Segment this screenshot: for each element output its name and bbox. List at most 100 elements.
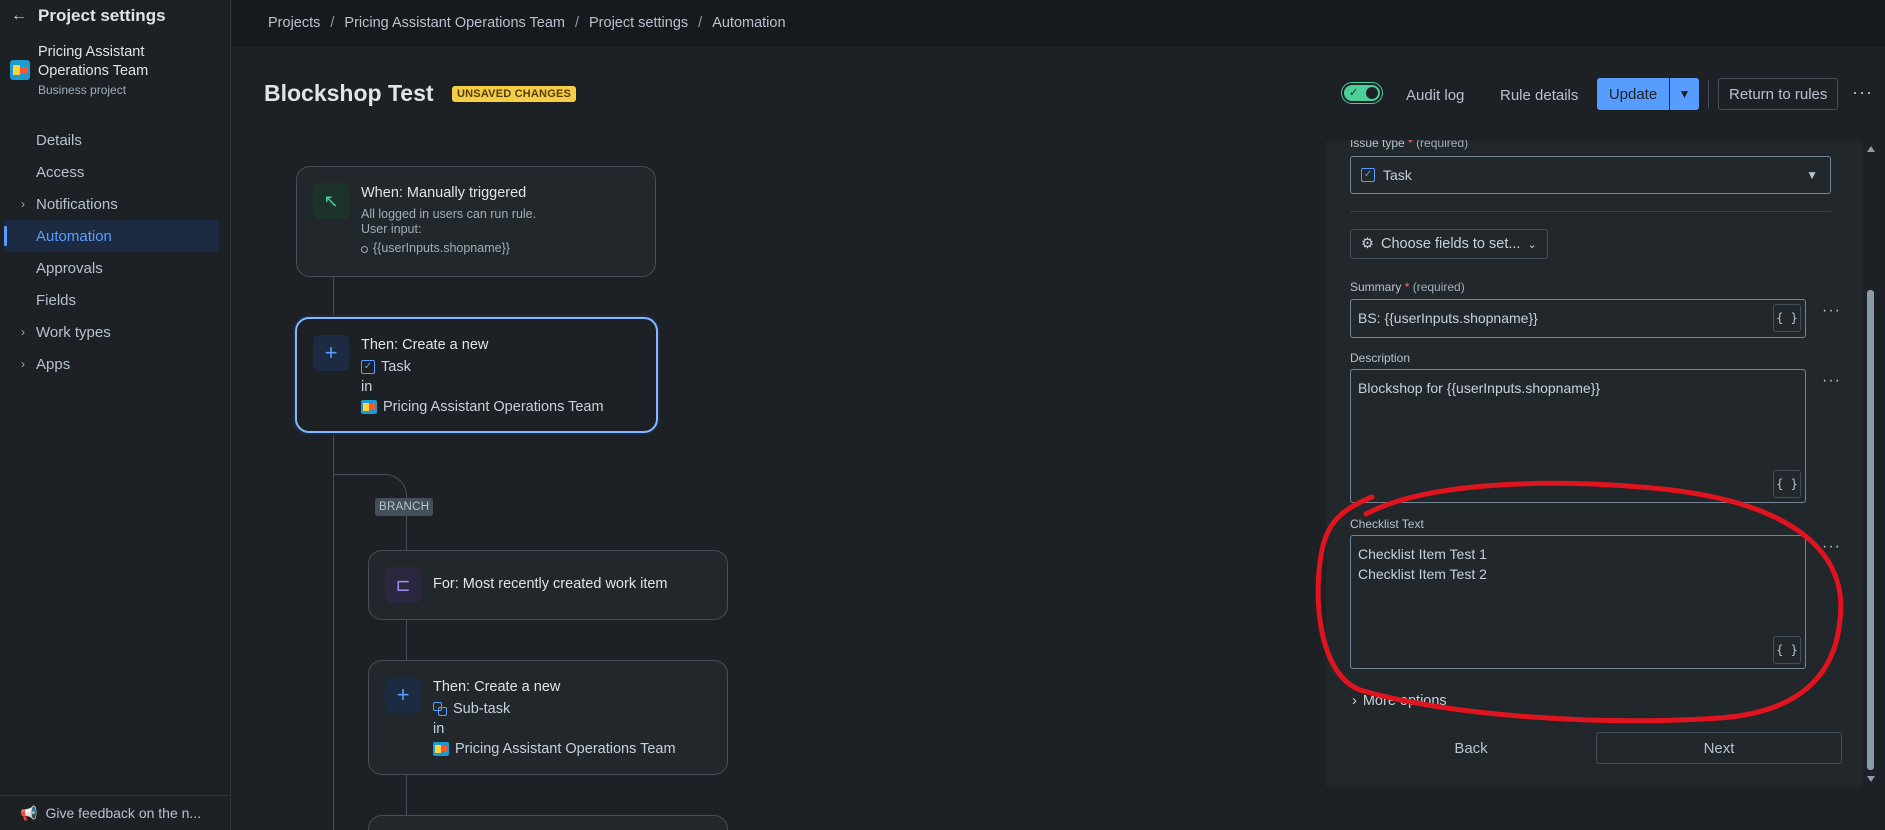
create-subtask-card[interactable]: + Then: Create a new Sub-task in Pricing… (368, 660, 728, 775)
description-label: Description (1350, 351, 1411, 365)
sidebar-item-fields[interactable]: Fields (4, 284, 219, 316)
smart-value-button[interactable]: { } (1773, 304, 1801, 332)
return-to-rules-button[interactable]: Return to rules (1718, 78, 1839, 110)
description-input[interactable]: Blockshop for {{userInputs.shopname}} { … (1350, 369, 1806, 503)
chevron-right-icon[interactable]: › (16, 197, 30, 211)
gear-icon: ⚙ (1361, 236, 1374, 252)
checklist-line: Checklist Item Test 1 (1358, 546, 1487, 562)
breadcrumb-project-settings[interactable]: Project settings (589, 15, 688, 31)
plus-icon: + (313, 335, 349, 371)
rule-title[interactable]: Blockshop Test (264, 80, 434, 107)
sidebar-item-approvals[interactable]: Approvals (4, 252, 219, 284)
chevron-right-icon[interactable]: › (16, 357, 30, 371)
project-logo-icon (361, 400, 377, 414)
more-options-toggle[interactable]: › More options (1352, 693, 1447, 709)
plus-icon: + (385, 677, 421, 713)
next-action-card[interactable] (368, 815, 728, 830)
create-task-card[interactable]: + Then: Create a new ✓ Task in Pricing As… (295, 317, 658, 433)
sidebar: ← Project settings Pricing Assistant Ope… (0, 0, 231, 830)
project-info: Pricing Assistant Operations Team Busine… (10, 43, 188, 97)
trigger-card[interactable]: ↖ When: Manually triggered All logged in… (296, 166, 656, 277)
unsaved-changes-badge: UNSAVED CHANGES (452, 86, 577, 102)
rule-details-button[interactable]: Rule details (1490, 80, 1588, 110)
issue-type-value: Task (1383, 167, 1412, 183)
more-actions-icon[interactable]: ··· (1852, 82, 1873, 103)
action-project: Pricing Assistant Operations Team (361, 399, 604, 415)
action-config-panel: Issue type * (required) ✓ Task ▼ ⚙ Choos… (1326, 140, 1863, 788)
scroll-up-arrow-icon[interactable] (1867, 146, 1875, 152)
issue-type-label: Issue type * (required) (1350, 140, 1468, 150)
description-more-icon[interactable]: ··· (1822, 372, 1841, 390)
action-project: Pricing Assistant Operations Team (433, 741, 676, 757)
sidebar-item-label: Notifications (36, 195, 118, 213)
update-button[interactable]: Update (1597, 78, 1669, 110)
sidebar-item-work-types[interactable]: › Work types (4, 316, 219, 348)
required-hint: (required) (1412, 280, 1465, 294)
summary-input[interactable]: BS: {{userInputs.shopname}} { } (1350, 299, 1806, 338)
scrollbar-thumb[interactable] (1867, 290, 1874, 770)
sidebar-header: ← Project settings (10, 4, 166, 28)
choose-fields-button[interactable]: ⚙ Choose fields to set... ⌄ (1350, 229, 1548, 259)
action-work-type-label: Sub-task (453, 701, 511, 717)
chevron-down-icon: ⌄ (1527, 238, 1537, 251)
action-title: Then: Create a new (361, 337, 489, 353)
project-type: Business project (38, 83, 127, 97)
summary-label: Summary * (required) (1350, 280, 1465, 294)
issue-type-label-text: Issue type (1350, 140, 1405, 150)
branch-title: For: Most recently created work item (433, 576, 668, 592)
action-in-label: in (361, 379, 373, 395)
issue-type-select[interactable]: ✓ Task ▼ (1350, 156, 1831, 194)
scroll-down-arrow-icon[interactable] (1867, 776, 1875, 782)
breadcrumb-projects[interactable]: Projects (268, 15, 320, 31)
smart-value-button[interactable]: { } (1773, 636, 1801, 664)
task-checkbox-icon: ✓ (1361, 168, 1375, 182)
trigger-user-input-value: {{userInputs.shopname}} (361, 241, 510, 255)
audit-log-button[interactable]: Audit log (1396, 80, 1474, 110)
smart-value-button[interactable]: { } (1773, 470, 1801, 498)
sidebar-item-label: Access (36, 163, 85, 181)
feedback-label: Give feedback on the n... (45, 805, 202, 821)
next-button[interactable]: Next (1596, 732, 1842, 764)
summary-label-text: Summary (1350, 280, 1402, 294)
breadcrumb-separator: / (330, 15, 335, 31)
trigger-user-input-label: User input: (361, 222, 422, 236)
back-arrow-icon[interactable]: ← (10, 7, 28, 25)
action-in-label: in (433, 721, 445, 737)
trigger-description: All logged in users can run rule. (361, 207, 537, 221)
summary-more-icon[interactable]: ··· (1822, 302, 1841, 320)
checklist-more-icon[interactable]: ··· (1822, 538, 1841, 556)
check-icon: ✓ (1349, 87, 1359, 99)
description-value: Blockshop for {{userInputs.shopname}} (1358, 380, 1601, 396)
rule-enabled-toggle[interactable]: ✓ (1342, 83, 1382, 103)
back-button[interactable]: Back (1350, 732, 1592, 764)
sidebar-item-label: Fields (36, 291, 77, 309)
branch-label: BRANCH (375, 498, 434, 516)
subtask-icon (433, 702, 447, 716)
task-checkbox-icon: ✓ (361, 360, 375, 374)
checklist-input[interactable]: Checklist Item Test 1 Checklist Item Tes… (1350, 535, 1806, 669)
chevron-down-icon[interactable]: ▼ (1806, 168, 1818, 182)
checklist-label: Checklist Text (1350, 517, 1424, 531)
required-asterisk: * (1408, 140, 1413, 150)
hierarchy-icon: ⊏ (385, 567, 421, 603)
feedback-link[interactable]: 📢 Give feedback on the n... (0, 795, 230, 830)
sidebar-item-apps[interactable]: › Apps (4, 348, 219, 380)
action-work-type: ✓ Task (361, 359, 411, 375)
sidebar-item-automation[interactable]: Automation (4, 220, 219, 252)
action-work-type: Sub-task (433, 701, 510, 717)
trigger-title: When: Manually triggered (361, 185, 527, 201)
sidebar-item-access[interactable]: Access (4, 156, 219, 188)
chevron-right-icon[interactable]: › (16, 325, 30, 339)
sidebar-item-details[interactable]: Details (4, 124, 219, 156)
breadcrumb-automation[interactable]: Automation (712, 15, 785, 31)
branch-card[interactable]: ⊏ For: Most recently created work item (368, 550, 728, 620)
sidebar-item-label: Apps (36, 355, 71, 373)
chevron-down-icon[interactable]: ▼ (1669, 78, 1699, 110)
panel-scrollbar[interactable] (1866, 140, 1876, 788)
breadcrumb-project[interactable]: Pricing Assistant Operations Team (344, 15, 565, 31)
header-divider (1708, 80, 1709, 108)
sidebar-item-notifications[interactable]: › Notifications (4, 188, 219, 220)
required-hint: (required) (1416, 140, 1469, 150)
breadcrumb-separator: / (698, 15, 703, 31)
flow-connector (333, 277, 334, 317)
